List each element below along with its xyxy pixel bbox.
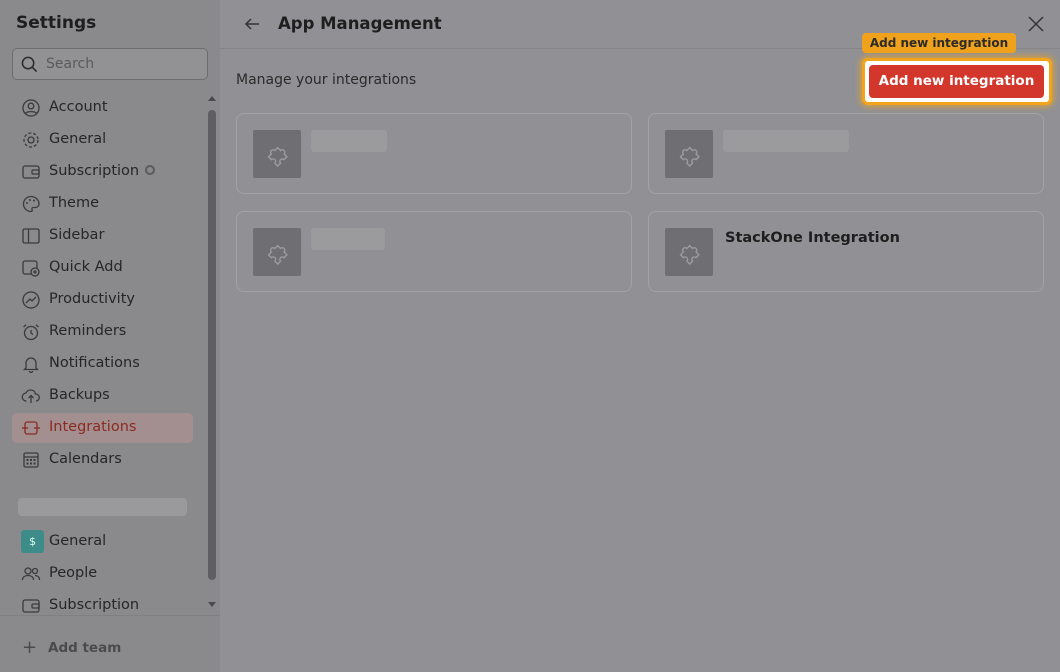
- puzzle-icon: [679, 244, 700, 265]
- sidebar-item-label: Integrations: [49, 419, 137, 435]
- sidebar-item-productivity[interactable]: Productivity: [12, 285, 193, 315]
- team-avatar: $: [21, 530, 44, 553]
- add-team-button[interactable]: + Add team: [22, 636, 121, 658]
- integration-thumbnail: [253, 130, 301, 178]
- sidebar-item-label: Subscription: [49, 597, 140, 613]
- sidebar-item-label: Productivity: [49, 291, 135, 307]
- integration-card-stackone[interactable]: StackOne Integration: [648, 211, 1044, 292]
- plus-icon: +: [22, 637, 38, 658]
- integration-thumbnail: [253, 228, 301, 276]
- sidebar-item-sidebar[interactable]: Sidebar: [12, 221, 193, 251]
- sidebar-item-reminders[interactable]: Reminders: [12, 317, 193, 347]
- integration-card[interactable]: [236, 211, 632, 292]
- integration-card[interactable]: [236, 113, 632, 194]
- sidebar-item-team-people[interactable]: People: [12, 559, 193, 589]
- search-icon: [21, 56, 38, 73]
- cloud-upload-icon: [21, 389, 40, 403]
- card-title-placeholder: [311, 130, 387, 152]
- tooltip: Add new integration: [862, 33, 1016, 53]
- sidebar-item-theme[interactable]: Theme: [12, 189, 193, 219]
- card-title: StackOne Integration: [725, 230, 900, 246]
- sidebar-item-account[interactable]: Account: [12, 93, 193, 123]
- alarm-clock-icon: [23, 324, 39, 341]
- sidebar-footer: + Add team: [0, 615, 220, 672]
- puzzle-icon: [267, 146, 288, 167]
- sidebar-item-general[interactable]: General: [12, 125, 193, 155]
- team-name-placeholder: [18, 498, 187, 516]
- palette-icon: [22, 195, 40, 213]
- people-icon: [21, 567, 41, 581]
- sidebar-item-label: Theme: [49, 195, 100, 211]
- sidebar-item-label: General: [49, 533, 107, 549]
- sidebar-item-quick-add[interactable]: Quick Add: [12, 253, 193, 283]
- sidebar-item-label: Reminders: [49, 323, 127, 339]
- sidebar-item-label: Quick Add: [49, 259, 123, 275]
- sidebar-item-label: Subscription: [49, 163, 156, 179]
- sidebar-item-label: People: [49, 565, 98, 581]
- sidebar-item-notifications[interactable]: Notifications: [12, 349, 193, 379]
- status-badge: [145, 165, 156, 175]
- scroll-down-arrow-icon[interactable]: [208, 602, 216, 607]
- sidebar-item-label: Notifications: [49, 355, 140, 371]
- puzzle-icon: [679, 146, 700, 167]
- scroll-thumb[interactable]: [208, 110, 216, 580]
- gear-icon: [23, 132, 39, 148]
- sidebar-item-integrations[interactable]: Integrations: [12, 413, 193, 443]
- sidebar-item-calendars[interactable]: Calendars: [12, 445, 193, 475]
- sidebar-item-label: Calendars: [49, 451, 122, 467]
- search-placeholder: Search: [46, 56, 95, 72]
- integration-thumbnail: [665, 228, 713, 276]
- sidebar-item-label: General: [49, 131, 107, 147]
- trend-up-icon: [22, 291, 40, 309]
- bell-icon: [22, 357, 40, 373]
- add-integration-button[interactable]: Add new integration: [869, 65, 1044, 98]
- calendar-grid-icon: [23, 452, 39, 468]
- integration-thumbnail: [665, 130, 713, 178]
- card-title-placeholder: [311, 228, 385, 250]
- integration-card[interactable]: [648, 113, 1044, 194]
- calendar-plus-icon: [22, 260, 40, 277]
- scroll-up-arrow-icon[interactable]: [208, 96, 216, 101]
- plug-icon: [22, 421, 40, 435]
- add-integration-highlight: Add new integration: [862, 58, 1052, 105]
- sidebar-scrollbar[interactable]: [207, 96, 217, 612]
- back-arrow-icon[interactable]: [243, 15, 261, 33]
- sidebar-item-team-general[interactable]: $ General: [12, 527, 193, 557]
- page-title: App Management: [278, 14, 442, 33]
- wallet-icon: [22, 599, 40, 613]
- settings-title: Settings: [16, 13, 97, 33]
- settings-sidebar: Settings Search Account General Subscrip…: [0, 0, 220, 672]
- sidebar-layout-icon: [22, 228, 40, 244]
- page-subtitle: Manage your integrations: [236, 72, 417, 88]
- sidebar-item-label: Sidebar: [49, 227, 105, 243]
- sidebar-item-label: Account: [49, 99, 108, 115]
- user-circle-icon: [22, 99, 40, 117]
- sidebar-item-backups[interactable]: Backups: [12, 381, 193, 411]
- close-icon[interactable]: [1027, 15, 1045, 33]
- search-input[interactable]: Search: [12, 48, 208, 80]
- sidebar-item-label: Backups: [49, 387, 110, 403]
- sidebar-item-subscription[interactable]: Subscription: [12, 157, 193, 187]
- puzzle-icon: [267, 244, 288, 265]
- wallet-icon: [22, 165, 40, 179]
- card-title-placeholder: [723, 130, 849, 152]
